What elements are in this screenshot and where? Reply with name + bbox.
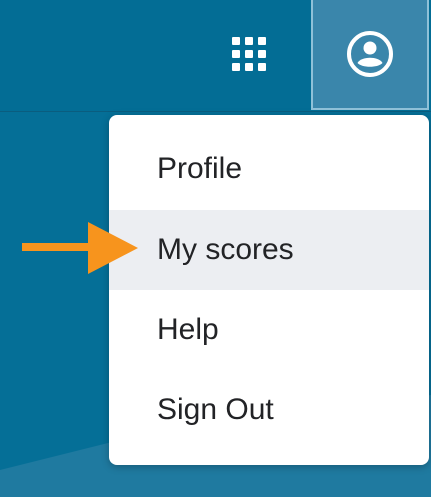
menu-item-help[interactable]: Help bbox=[109, 290, 429, 370]
menu-item-my-scores[interactable]: My scores bbox=[109, 210, 429, 290]
apps-grid-icon bbox=[232, 37, 266, 71]
page: Profile My scores Help Sign Out bbox=[0, 0, 431, 497]
right-arrow-icon bbox=[22, 222, 138, 274]
menu-item-label: My scores bbox=[157, 233, 294, 266]
menu-item-label: Help bbox=[157, 313, 219, 346]
user-menu-button[interactable] bbox=[311, 0, 429, 110]
user-circle-icon bbox=[347, 31, 393, 77]
menu-item-sign-out[interactable]: Sign Out bbox=[109, 370, 429, 450]
menu-item-label: Sign Out bbox=[157, 393, 274, 426]
apps-button[interactable] bbox=[225, 30, 273, 78]
menu-item-label: Profile bbox=[157, 152, 243, 185]
menu-item-profile[interactable]: Profile bbox=[109, 129, 429, 209]
user-dropdown-menu: Profile My scores Help Sign Out bbox=[109, 115, 429, 465]
